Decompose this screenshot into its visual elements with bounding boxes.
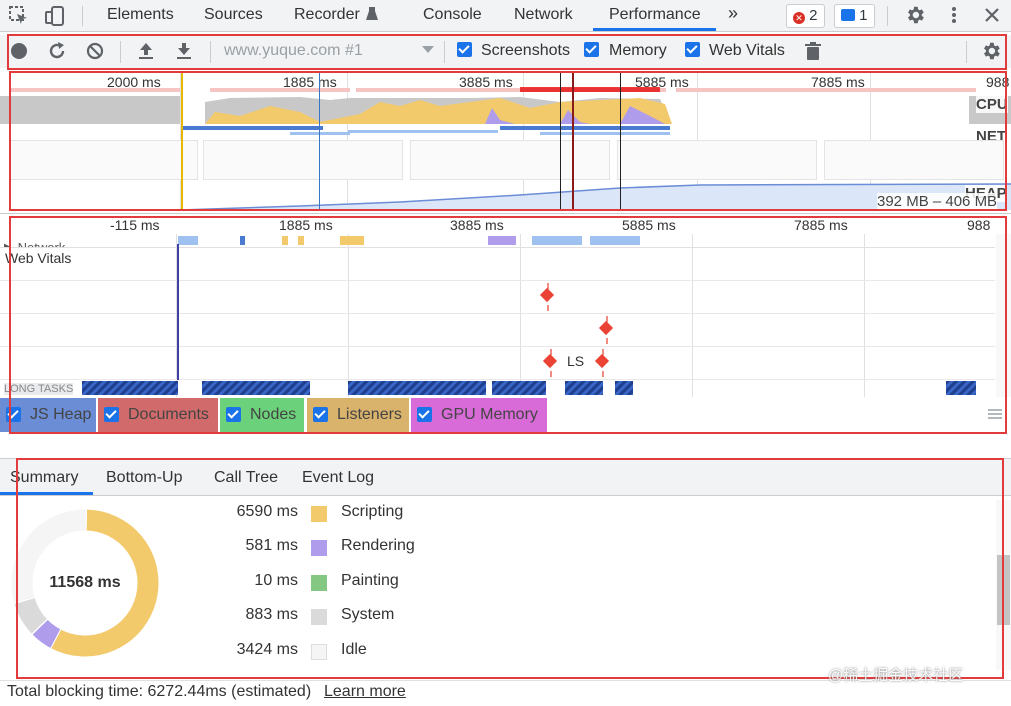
blocking-time-text: Total blocking time: 6272.44ms (estimate… xyxy=(7,683,312,700)
error-icon: ✕ xyxy=(793,12,805,24)
tab-console[interactable]: Console xyxy=(423,6,482,24)
errors-count: 2 xyxy=(809,7,818,24)
more-tabs-button[interactable]: » xyxy=(728,3,738,24)
tab-recorder[interactable]: Recorder xyxy=(294,6,360,24)
errors-badge[interactable]: ✕ 2 xyxy=(786,4,825,28)
watermark: @稀土掘金技术社区 xyxy=(828,667,964,684)
summary-highlight-box xyxy=(16,458,1004,679)
flask-icon xyxy=(366,7,378,20)
settings-gear-icon[interactable] xyxy=(904,4,926,26)
close-devtools-icon[interactable] xyxy=(982,5,1002,25)
tab-elements[interactable]: Elements xyxy=(107,6,174,24)
device-toolbar-icon[interactable] xyxy=(44,5,66,27)
tab-performance[interactable]: Performance xyxy=(609,6,701,24)
overview-highlight-box xyxy=(9,71,1007,211)
tab-sources[interactable]: Sources xyxy=(204,6,263,24)
tab-network[interactable]: Network xyxy=(514,6,573,24)
message-icon xyxy=(841,9,855,21)
inspect-element-icon[interactable] xyxy=(8,5,30,27)
learn-more-link[interactable]: Learn more xyxy=(324,683,406,701)
messages-count: 1 xyxy=(859,7,868,24)
more-options-icon[interactable] xyxy=(946,4,962,26)
messages-badge[interactable]: 1 xyxy=(834,4,875,28)
active-tab-indicator xyxy=(593,28,716,31)
toolbar-highlight-box xyxy=(7,34,1007,70)
divider xyxy=(0,213,1011,214)
timeline-highlight-box xyxy=(9,216,1007,434)
